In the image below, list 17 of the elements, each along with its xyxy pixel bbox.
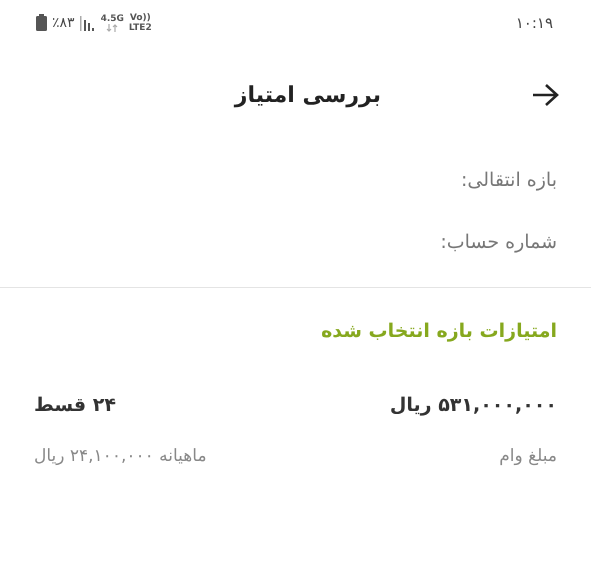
back-arrow-icon[interactable] [531,83,559,107]
status-time: ۱۰:۱۹ [516,14,553,32]
loan-amount: ۵۳۱,۰۰۰,۰۰۰ ریال [390,394,557,416]
data-arrows-icon [106,24,118,32]
field-label: شماره حساب: [440,231,557,253]
monthly-payment: ماهیانه ۲۴,۱۰۰,۰۰۰ ریال [34,446,207,466]
network-type: 4.5G [100,14,124,24]
battery-icon [36,14,47,31]
page-title: بررسی امتیاز [234,82,381,108]
battery-level: ٪۸۳ [52,14,75,30]
signal-icon [80,14,96,30]
section-title: امتیازات بازه انتخاب شده [320,319,558,342]
installment-count: ۲۴ قسط [34,394,116,416]
field-label: بازه انتقالی: [461,169,557,191]
volte-label: Vo)) [130,12,151,22]
carrier-label: LTE2 [128,22,152,32]
loan-amount-label: مبلغ وام [499,446,557,466]
